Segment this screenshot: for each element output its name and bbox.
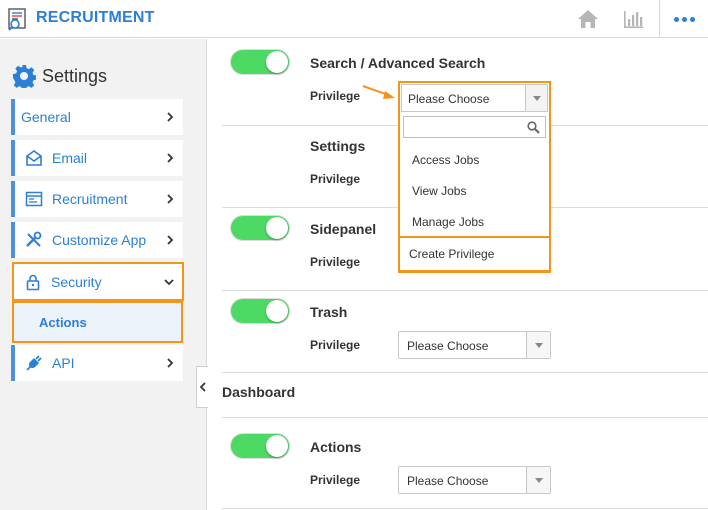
privilege-label: Privilege: [310, 338, 361, 352]
sidebar-item-email[interactable]: Email: [11, 140, 183, 176]
chevron-down-icon: [526, 332, 550, 358]
more-icon: [673, 16, 679, 22]
sidebar: Settings General Email Recruitment Custo…: [0, 39, 207, 510]
dropdown-option[interactable]: Manage Jobs: [400, 207, 549, 237]
sidebar-item-label: Recruitment: [52, 191, 128, 207]
tools-icon: [26, 231, 42, 247]
toggle-sidepanel[interactable]: [230, 215, 290, 241]
privilege-label: Privilege: [310, 89, 361, 103]
sidebar-subitem-label: Actions: [39, 314, 87, 330]
app-title[interactable]: RECRUITMENT: [36, 9, 155, 27]
chevron-down-icon: [164, 278, 174, 285]
select-value: Please Choose: [407, 474, 489, 488]
divider: [222, 372, 708, 373]
toggle-trash[interactable]: [230, 298, 290, 324]
toggle-search[interactable]: [230, 49, 290, 75]
dropdown-option[interactable]: View Jobs: [400, 176, 549, 206]
section-title: Actions: [310, 439, 362, 455]
sidebar-item-label: Security: [51, 273, 102, 290]
privilege-label: Privilege: [310, 473, 361, 487]
annotation-arrow-icon: [362, 85, 395, 99]
section-title: Search / Advanced Search: [310, 55, 486, 71]
chevron-right-icon: [167, 153, 174, 163]
sidebar-item-general[interactable]: General: [11, 99, 183, 135]
window-icon: [25, 191, 43, 207]
dropdown-search-input[interactable]: [404, 117, 522, 137]
sidebar-item-label: Customize App: [52, 232, 147, 248]
divider: [222, 508, 708, 509]
sidebar-item-label: General: [21, 109, 71, 125]
sidebar-item-api[interactable]: API: [11, 345, 183, 381]
chevron-right-icon: [167, 235, 174, 245]
more-button[interactable]: [659, 0, 708, 38]
settings-heading-label: Settings: [42, 65, 108, 86]
chevron-right-icon: [167, 112, 174, 122]
section-title: Sidepanel: [310, 221, 377, 237]
sidebar-item-label: API: [52, 355, 75, 371]
sidebar-subitem-actions[interactable]: Actions: [12, 301, 183, 343]
sidebar-item-customize-app[interactable]: Customize App: [11, 222, 183, 258]
search-icon: [527, 121, 540, 134]
toggle-dashboard-actions[interactable]: [230, 433, 290, 459]
section-title: Settings: [310, 138, 366, 154]
privilege-select-dashboard-actions[interactable]: Please Choose: [398, 466, 551, 494]
sidebar-item-recruitment[interactable]: Recruitment: [11, 181, 183, 217]
dropdown-option[interactable]: Access Jobs: [400, 145, 549, 175]
dashboard-heading: Dashboard: [222, 384, 296, 400]
chevron-left-icon: [199, 382, 206, 392]
bar-chart-icon[interactable]: [621, 7, 645, 31]
gear-icon: [13, 65, 36, 88]
envelope-icon: [26, 150, 42, 166]
home-icon[interactable]: [576, 7, 600, 31]
lock-icon: [26, 274, 40, 290]
divider: [222, 417, 708, 418]
section-title: Trash: [310, 304, 348, 320]
privilege-label: Privilege: [310, 172, 361, 186]
privilege-select-trash[interactable]: Please Choose: [398, 331, 551, 359]
chevron-down-icon: [525, 85, 547, 111]
create-privilege-option[interactable]: Create Privilege: [398, 236, 551, 272]
top-bar: RECRUITMENT: [0, 0, 708, 38]
privilege-select-open[interactable]: Please Choose: [401, 84, 548, 112]
chevron-down-icon: [526, 467, 550, 493]
divider: [222, 290, 708, 291]
sidebar-item-security[interactable]: Security: [12, 262, 184, 301]
privilege-label: Privilege: [310, 255, 361, 269]
main-content: Search / Advanced Search Privilege Setti…: [208, 39, 708, 510]
sidebar-item-label: Email: [52, 150, 88, 166]
plug-icon: [26, 355, 42, 371]
chevron-right-icon: [167, 194, 174, 204]
chevron-right-icon: [167, 358, 174, 368]
collapse-sidebar-button[interactable]: [196, 366, 208, 408]
settings-heading: Settings: [12, 64, 107, 88]
dropdown-search: [403, 116, 546, 138]
select-value: Please Choose: [408, 92, 490, 106]
select-value: Please Choose: [407, 339, 489, 353]
recruitment-logo-icon[interactable]: [6, 7, 30, 31]
